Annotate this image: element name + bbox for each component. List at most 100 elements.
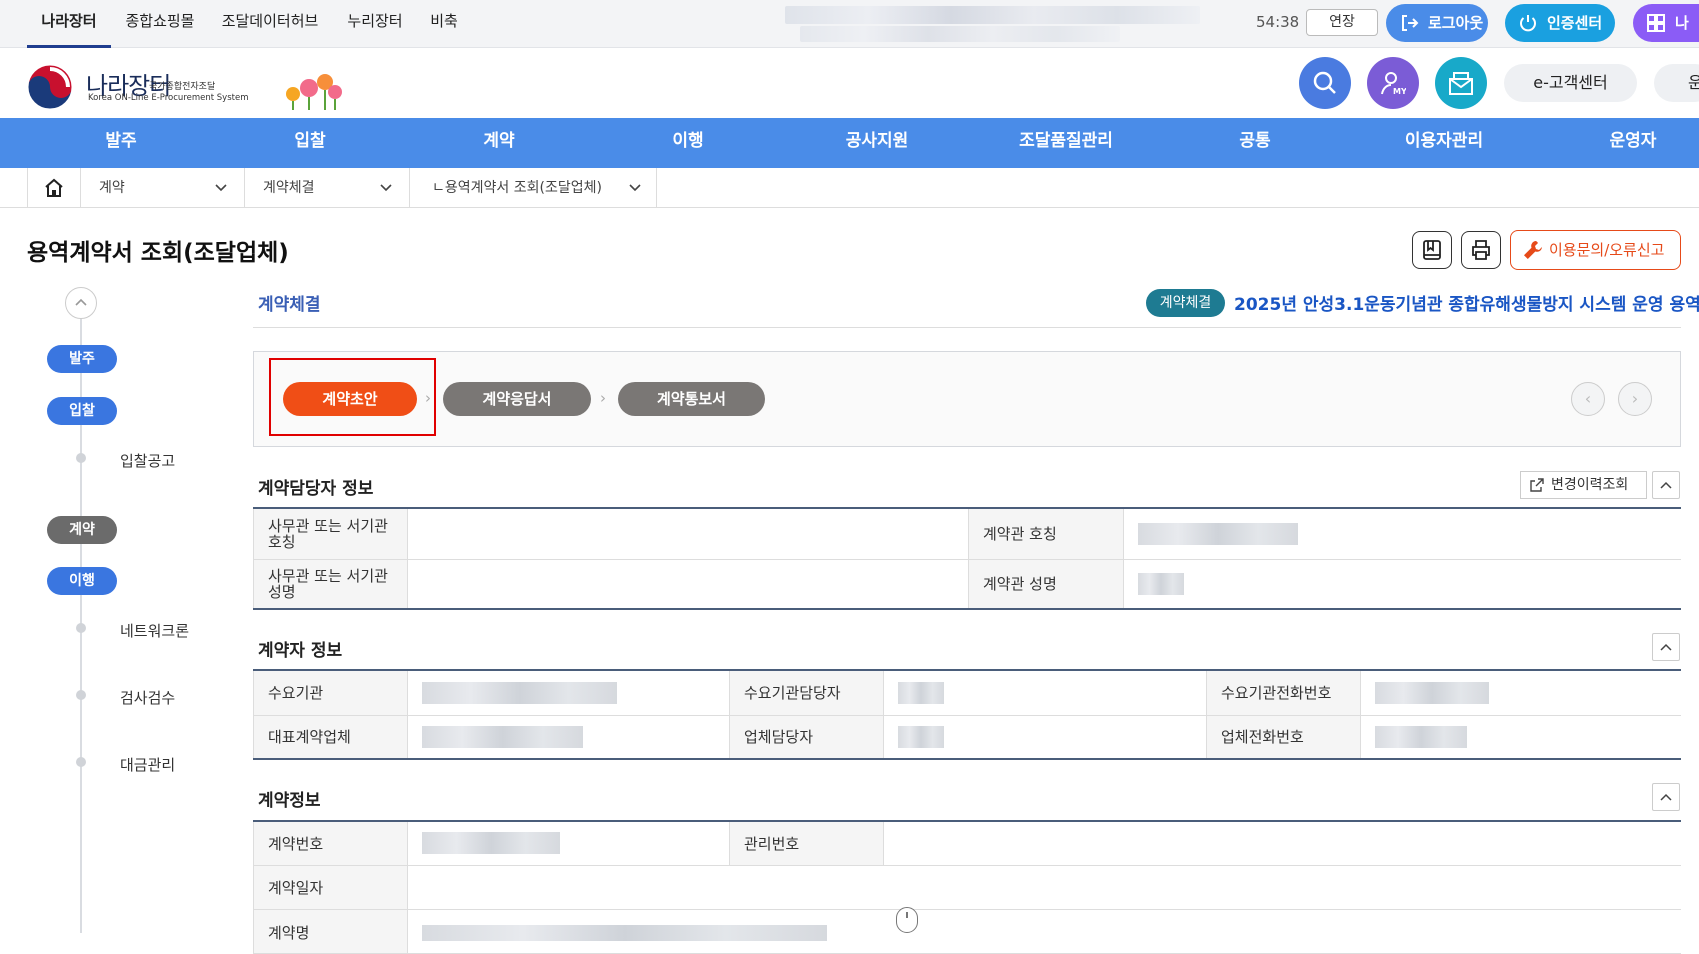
gnb-bid[interactable]: 입찰 (235, 118, 385, 168)
tab-data-hub[interactable]: 조달데이터허브 (212, 0, 328, 48)
field-label: 계약번호 (253, 820, 408, 866)
sidebar-item-performance[interactable]: 이행 (47, 567, 117, 595)
table-row: 수요기관 수요기관담당자 수요기관전화번호 (253, 669, 1681, 716)
field-label: 수요기관 (253, 669, 408, 716)
wrench-icon (1524, 241, 1542, 259)
field-label: 업체전화번호 (1206, 715, 1361, 760)
sidebar-item-inspection[interactable]: 검사검수 (120, 687, 175, 708)
gnb-construction-support[interactable]: 공사지원 (802, 118, 952, 168)
steps-next-button[interactable]: › (1618, 382, 1652, 416)
chevron-down-icon (629, 184, 641, 192)
sidebar-dot (76, 623, 86, 633)
change-history-button[interactable]: 변경이력조회 (1520, 471, 1647, 499)
external-link-icon (1530, 478, 1544, 492)
breadcrumb-level3[interactable]: ㄴ용역계약서 조회(조달업체) (410, 168, 657, 208)
field-value-redacted (407, 909, 1681, 954)
redacted-user-info (785, 6, 1200, 24)
gnb-operator[interactable]: 운영자 (1558, 118, 1699, 168)
sidebar-item-bid-notice[interactable]: 입찰공고 (120, 450, 175, 471)
logout-icon (1402, 15, 1419, 31)
breadcrumb-level1[interactable]: 계약 (81, 168, 245, 208)
manual-button[interactable] (1412, 231, 1452, 269)
my-page-button[interactable]: MY (1367, 57, 1419, 109)
field-label: 계약명 (253, 909, 408, 954)
contractor-info-title: 계약자 정보 (258, 641, 343, 661)
field-label: 사무관 또는 서기관 성명 (253, 559, 408, 610)
sidebar-item-bid[interactable]: 입찰 (47, 397, 117, 425)
redacted-user-info-2 (800, 26, 1120, 42)
field-label: 계약관 호칭 (968, 507, 1124, 560)
mouse-cursor-icon (896, 907, 918, 933)
print-button[interactable] (1461, 231, 1501, 269)
home-button[interactable] (27, 168, 81, 208)
field-value (883, 820, 1681, 866)
gnb-order[interactable]: 발주 (46, 118, 196, 168)
field-value-redacted (1123, 559, 1681, 610)
flower-decoration-icon (286, 74, 342, 110)
contract-info-table: 계약번호 관리번호 계약일자 계약명 (253, 820, 1681, 954)
book-icon (1423, 240, 1441, 260)
field-value-redacted (407, 669, 730, 716)
chevron-down-icon (215, 184, 227, 192)
logo-subtitle-en: Korea ON-Line E-Procurement System (88, 93, 249, 103)
cert-center-button[interactable]: 인증센터 (1505, 4, 1615, 42)
tab-shopping-mall[interactable]: 종합쇼핑몰 (118, 0, 202, 48)
chevron-up-icon (75, 298, 87, 306)
customer-center-button[interactable]: e-고객센터 (1504, 64, 1637, 102)
step-contract-response[interactable]: 계약응답서 (443, 382, 591, 416)
sidebar-item-payment[interactable]: 대금관리 (120, 754, 175, 775)
sidebar-item-contract[interactable]: 계약 (47, 516, 117, 544)
manager-info-title: 계약담당자 정보 (258, 479, 374, 499)
gnb-contract[interactable]: 계약 (424, 118, 574, 168)
report-error-button[interactable]: 이용문의/오류신고 (1510, 230, 1681, 270)
cert-center-label: 인증센터 (1547, 14, 1603, 32)
operator-button[interactable]: 운 (1654, 64, 1699, 102)
field-label: 계약일자 (253, 865, 408, 910)
logout-button[interactable]: 로그아웃 (1386, 4, 1488, 42)
breadcrumb-level1-label: 계약 (99, 180, 125, 196)
session-timer: 54:38 (1256, 13, 1300, 31)
tab-narajangter[interactable]: 나라장터 (27, 0, 111, 48)
tab-nuri[interactable]: 누리장터 (336, 0, 414, 48)
field-value-redacted (1360, 715, 1681, 760)
gnb-common[interactable]: 공통 (1180, 118, 1330, 168)
breadcrumb-level3-label: ㄴ용역계약서 조회(조달업체) (432, 180, 602, 196)
breadcrumb-level2-label: 계약체결 (263, 180, 315, 196)
field-label: 수요기관담당자 (729, 669, 884, 716)
chevron-down-icon (380, 184, 392, 192)
table-row: 대표계약업체 업체담당자 업체전화번호 (253, 715, 1681, 760)
field-value-redacted (1360, 669, 1681, 716)
field-label: 사무관 또는 서기관 호칭 (253, 507, 408, 560)
collapse-contract-info-button[interactable] (1652, 783, 1680, 811)
my-user-icon: MY (1381, 72, 1406, 96)
page-title: 용역계약서 조회(조달업체) (27, 240, 289, 266)
message-button[interactable] (1435, 57, 1487, 109)
gnb-user-management[interactable]: 이용자관리 (1369, 118, 1519, 168)
chevron-up-icon (1660, 793, 1672, 801)
table-row: 계약명 (253, 909, 1681, 954)
contract-info-title: 계약정보 (258, 791, 321, 811)
tab-stockpile[interactable]: 비축 (422, 0, 466, 48)
taegeuk-logo-icon[interactable] (26, 63, 74, 111)
extend-session-button[interactable]: 연장 (1306, 9, 1378, 36)
steps-prev-button[interactable]: ‹ (1571, 382, 1605, 416)
sidebar-item-order[interactable]: 발주 (47, 345, 117, 373)
field-value-redacted (407, 715, 730, 760)
step-separator: › (600, 389, 606, 407)
top-utility-bar: 나라장터 종합쇼핑몰 조달데이터허브 누리장터 비축 54:38 연장 로그아웃… (0, 0, 1699, 70)
sidebar-scroll-up-button[interactable] (65, 287, 97, 319)
gnb-quality-management[interactable]: 조달품질관리 (991, 118, 1141, 168)
step-contract-notice[interactable]: 계약통보서 (618, 382, 765, 416)
collapse-contractor-button[interactable] (1652, 633, 1680, 661)
sidebar-item-network-loan[interactable]: 네트워크론 (120, 620, 189, 641)
collapse-manager-button[interactable] (1652, 471, 1680, 499)
field-value-redacted (1123, 507, 1681, 560)
field-value (407, 559, 969, 610)
sidebar-dot (76, 453, 86, 463)
field-value (407, 507, 969, 560)
breadcrumb-level2[interactable]: 계약체결 (245, 168, 410, 208)
table-row: 계약일자 (253, 865, 1681, 910)
search-button[interactable] (1299, 57, 1351, 109)
nara-menu-button[interactable]: 나라 (1633, 4, 1699, 70)
gnb-performance[interactable]: 이행 (613, 118, 763, 168)
